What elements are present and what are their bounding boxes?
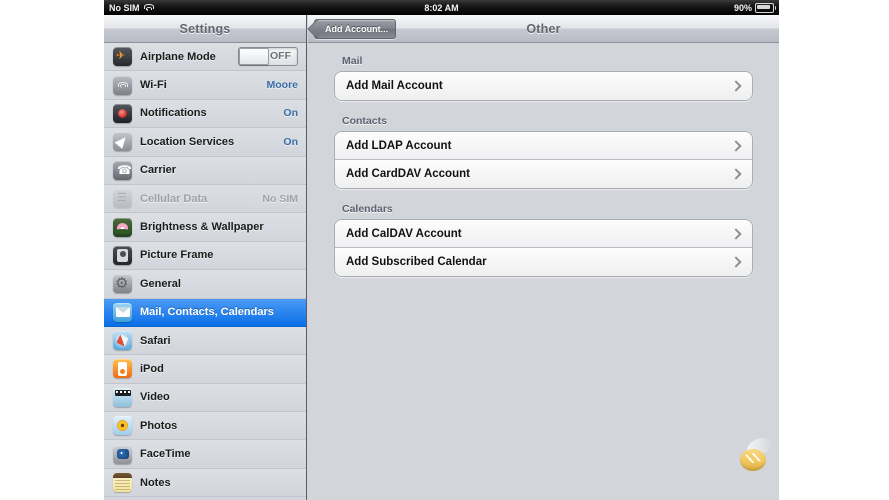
cell-add-mail-account[interactable]: Add Mail Account xyxy=(335,72,752,100)
detail-toolbar: Add Account... Other xyxy=(308,15,779,43)
photos-sunflower-icon xyxy=(113,416,132,435)
sidebar-item-general[interactable]: ⚙ General xyxy=(104,270,306,298)
status-bar: No SIM 8:02 AM 90% xyxy=(104,0,779,15)
sidebar-item-label: Picture Frame xyxy=(140,249,298,261)
cell-label: Add Mail Account xyxy=(346,80,732,92)
sidebar-item-notes[interactable]: Notes xyxy=(104,469,306,497)
sidebar-item-brightness-wallpaper[interactable]: Brightness & Wallpaper xyxy=(104,213,306,241)
battery-percent-label: 90% xyxy=(734,3,752,13)
airplane-mode-toggle[interactable]: OFF xyxy=(238,47,298,66)
cell-label: Add LDAP Account xyxy=(346,140,732,152)
sidebar-item-label: Notifications xyxy=(140,107,283,119)
cell-label: Add CardDAV Account xyxy=(346,168,732,180)
gear-icon: ⚙ xyxy=(113,274,132,293)
facetime-camera-icon xyxy=(113,445,132,464)
settings-group: Add Mail Account xyxy=(334,71,753,101)
cell-label: Add CalDAV Account xyxy=(346,228,732,240)
section-header: Calendars xyxy=(342,203,753,215)
sidebar-item-value: On xyxy=(283,107,298,119)
detail-pane: Add Account... Other Mail Add Mail Accoun… xyxy=(308,15,779,500)
toggle-state-label: OFF xyxy=(270,50,291,62)
sidebar-item-label: General xyxy=(140,278,298,290)
sidebar-item-label: Airplane Mode xyxy=(140,51,238,63)
chevron-right-icon xyxy=(730,228,741,239)
sidebar-item-value: Moore xyxy=(267,79,299,91)
picture-frame-icon xyxy=(113,246,132,265)
section-header: Contacts xyxy=(342,115,753,127)
airplane-icon: ✈ xyxy=(113,47,132,66)
sidebar-toolbar: Settings xyxy=(104,15,306,43)
settings-group: Add CalDAV Account Add Subscribed Calenda… xyxy=(334,219,753,277)
sidebar-item-label: Wi-Fi xyxy=(140,79,267,91)
mail-icon xyxy=(113,303,132,322)
sidebar-item-facetime[interactable]: FaceTime xyxy=(104,440,306,468)
sidebar-item-value: No SIM xyxy=(262,193,298,205)
sidebar-item-cellular-data[interactable]: ☰ Cellular DataNo SIM xyxy=(104,185,306,213)
sidebar-item-label: Location Services xyxy=(140,136,283,148)
section-header: Mail xyxy=(342,55,753,67)
back-button[interactable]: Add Account... xyxy=(314,19,396,39)
settings-group: Add LDAP Account Add CardDAV Account xyxy=(334,131,753,189)
sidebar-item-location-services[interactable]: Location ServicesOn xyxy=(104,128,306,156)
settings-sidebar: Settings ✈Airplane ModeOFFWi-FiMooreNoti… xyxy=(104,15,307,500)
sidebar-item-label: Safari xyxy=(140,335,298,347)
safari-compass-icon xyxy=(113,331,132,350)
cell-add-ldap-account[interactable]: Add LDAP Account xyxy=(335,132,752,160)
settings-title: Settings xyxy=(180,22,231,36)
sidebar-item-video[interactable]: Video xyxy=(104,384,306,412)
sidebar-item-label: Brightness & Wallpaper xyxy=(140,221,298,233)
sidebar-item-airplane-mode[interactable]: ✈ Airplane Mode OFF xyxy=(104,43,306,71)
detail-title: Other xyxy=(526,22,560,36)
sidebar-item-label: Photos xyxy=(140,420,298,432)
status-bar-right: 90% xyxy=(734,3,774,13)
sidebar-item-label: FaceTime xyxy=(140,448,298,460)
sidebar-item-value: On xyxy=(283,136,298,148)
brightness-icon xyxy=(113,218,132,237)
sidebar-item-label: Mail, Contacts, Calendars xyxy=(140,306,298,318)
detail-content: Mail Add Mail Account Contacts Add LDAP Acc… xyxy=(308,43,779,277)
sidebar-item-mail-contacts-calendars[interactable]: Mail, Contacts, Calendars xyxy=(104,299,306,327)
cell-add-caldav-account[interactable]: Add CalDAV Account xyxy=(335,220,752,248)
video-clapper-icon xyxy=(113,388,132,407)
sidebar-item-label: Cellular Data xyxy=(140,193,262,205)
cell-label: Add Subscribed Calendar xyxy=(346,256,732,268)
chevron-right-icon xyxy=(730,256,741,267)
notes-icon xyxy=(113,473,132,492)
toggle-knob xyxy=(239,48,269,65)
sidebar-item-ipod[interactable]: iPod xyxy=(104,355,306,383)
sidebar-item-label: Carrier xyxy=(140,164,298,176)
battery-icon xyxy=(755,3,774,13)
status-bar-time: 8:02 AM xyxy=(104,3,779,13)
settings-list: ✈Airplane ModeOFFWi-FiMooreNotifications… xyxy=(104,43,306,497)
sidebar-item-wi-fi[interactable]: Wi-FiMoore xyxy=(104,71,306,99)
chevron-right-icon xyxy=(730,140,741,151)
sidebar-item-label: iPod xyxy=(140,363,298,375)
ipod-icon xyxy=(113,359,132,378)
sidebar-item-label: Video xyxy=(140,391,298,403)
cell-add-subscribed-calendar[interactable]: Add Subscribed Calendar xyxy=(335,248,752,276)
sidebar-item-safari[interactable]: Safari xyxy=(104,327,306,355)
back-button-label: Add Account... xyxy=(325,24,388,34)
sidebar-item-picture-frame[interactable]: Picture Frame xyxy=(104,242,306,270)
sidebar-item-label: Notes xyxy=(140,477,298,489)
sidebar-item-notifications[interactable]: NotificationsOn xyxy=(104,100,306,128)
carrier-icon: ☎ xyxy=(113,161,132,180)
ipad-screen: No SIM 8:02 AM 90% Settings ✈ Airplane Mo… xyxy=(104,0,779,500)
cell-add-carddav-account[interactable]: Add CardDAV Account xyxy=(335,160,752,188)
chevron-right-icon xyxy=(730,80,741,91)
sidebar-item-carrier[interactable]: ☎ Carrier xyxy=(104,157,306,185)
sidebar-item-photos[interactable]: Photos xyxy=(104,412,306,440)
chevron-right-icon xyxy=(730,168,741,179)
wifi-icon xyxy=(113,76,132,95)
notifications-icon xyxy=(113,104,132,123)
cellular-icon: ☰ xyxy=(113,189,132,208)
location-icon xyxy=(113,132,132,151)
